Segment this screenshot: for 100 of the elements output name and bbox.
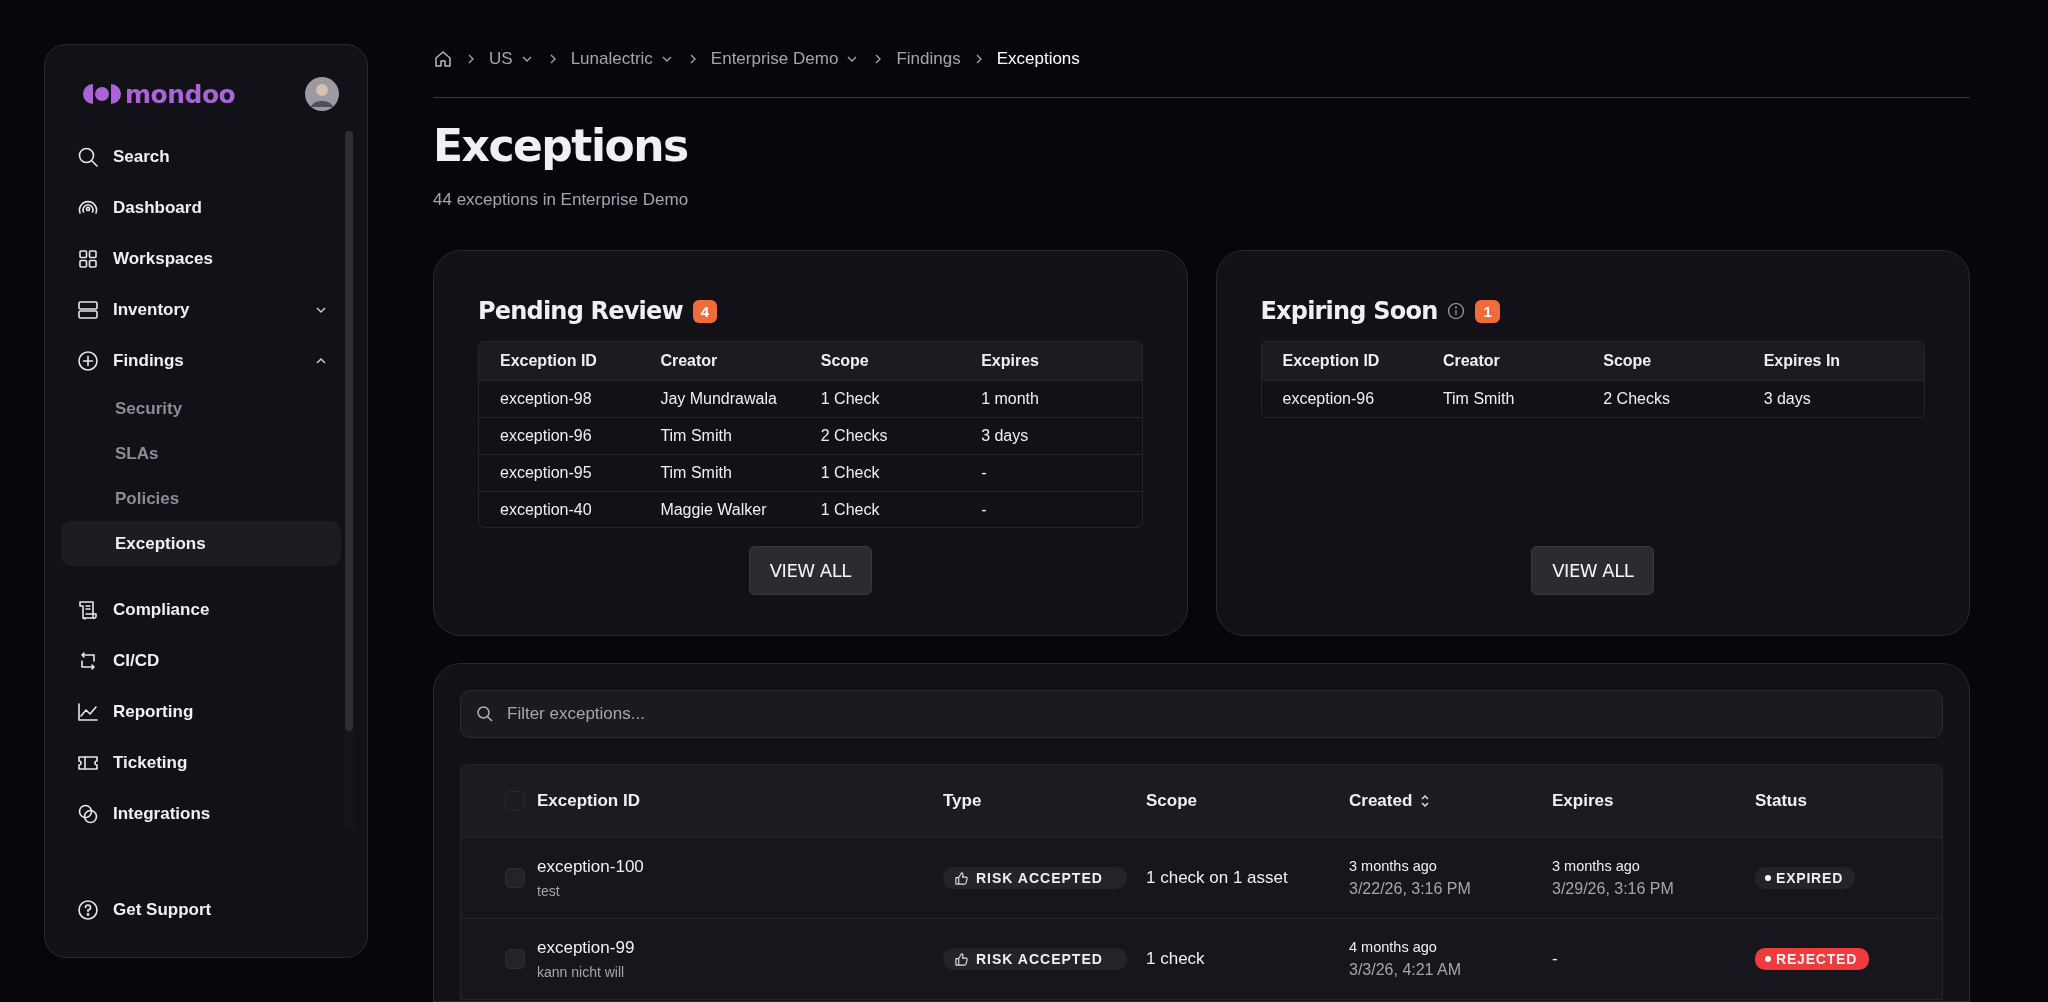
breadcrumb-link[interactable]: Enterprise Demo (710, 49, 839, 69)
column-header: Expires (981, 352, 1040, 371)
dot-icon (1765, 875, 1771, 882)
breadcrumb-link[interactable]: Findings (896, 49, 961, 69)
column-header: Expires In (1763, 352, 1842, 371)
chart-icon (77, 700, 99, 723)
table-cell-text: exception-95 (500, 464, 593, 483)
relative-date: 3 months ago (1552, 858, 1641, 875)
table-cell-text: Tim Smith (660, 464, 733, 483)
nav-item[interactable]: Reporting (61, 686, 341, 737)
table-cell-text: - (981, 501, 988, 520)
filter-field[interactable]: Filter exceptions... (460, 690, 1943, 739)
nav-item[interactable]: Inventory (61, 284, 341, 335)
info-icon[interactable] (1447, 302, 1466, 321)
chevron-down-icon[interactable] (520, 55, 533, 63)
scroll-icon (77, 598, 99, 621)
breadcrumb-link[interactable]: US (489, 49, 513, 69)
chevron-down-icon[interactable] (660, 55, 673, 63)
logo-text[interactable]: mondoo (125, 79, 236, 109)
column-header[interactable]: Scope (1146, 791, 1198, 812)
plus-icon (77, 349, 99, 372)
chevron-right-icon (688, 53, 697, 65)
table-cell-text: 2 Checks (1603, 390, 1671, 409)
column-header: Creator (1442, 352, 1501, 371)
table-cell-text: exception-98 (500, 390, 593, 409)
column-header: Scope (1603, 352, 1653, 371)
nav-item[interactable]: Compliance (61, 584, 341, 635)
chevron-right-icon (467, 53, 475, 65)
home-icon[interactable] (433, 49, 453, 69)
grid-icon (77, 247, 99, 270)
table-cell-text: 1 month (981, 390, 1040, 409)
nav-item[interactable]: Workspaces (61, 233, 341, 284)
card-title: Pending Review (478, 297, 683, 326)
date-text: 3/22/26, 3:16 PM (1349, 880, 1472, 899)
relative-date: - (1552, 949, 1559, 970)
breadcrumb-link[interactable]: Lunalectric (570, 49, 653, 69)
scrollbar-thumb[interactable] (345, 131, 353, 731)
column-header: Exception ID (1282, 352, 1381, 371)
column-header: Exception ID (500, 352, 598, 371)
nav-subitem[interactable]: Exceptions (61, 521, 341, 566)
page-subtitle: 44 exceptions in Enterprise Demo (433, 190, 690, 211)
nav-subitem[interactable]: Security (61, 386, 341, 431)
help-icon (77, 898, 99, 921)
date-text: 3/29/26, 3:16 PM (1552, 880, 1675, 899)
row-checkbox[interactable] (505, 868, 525, 889)
table-cell-text: exception-40 (500, 501, 593, 520)
nav-item[interactable]: Search (61, 131, 341, 182)
page-title: Exceptions (433, 122, 689, 171)
type-tag: RISK ACCEPTED (943, 948, 1127, 971)
exception-id[interactable]: exception-100 (537, 857, 943, 878)
logo-icon[interactable] (83, 83, 121, 105)
table-cell: 1 check (1146, 949, 1205, 969)
nav-item[interactable]: Ticketing (61, 737, 341, 788)
table-cell-text: 3 days (981, 427, 1030, 446)
chevron-right-icon (548, 53, 557, 65)
table-cell-text: Jay Mundrawala (660, 390, 778, 409)
table-cell-text: exception-96 (500, 427, 593, 446)
breadcrumb-link[interactable]: Exceptions (996, 49, 1080, 69)
sort-icon[interactable] (1420, 794, 1431, 809)
table-cell-text: 2 Checks (820, 427, 889, 446)
status-badge: EXPIRED (1755, 867, 1856, 890)
exception-note: test (537, 883, 561, 900)
nav-item[interactable]: Get Support (61, 884, 353, 935)
nav-subitem[interactable]: Policies (61, 476, 341, 521)
view-all-button[interactable]: VIEW ALL (1531, 546, 1655, 596)
date-text: 3/3/26, 4:21 AM (1349, 961, 1463, 980)
column-header: Creator (660, 352, 719, 371)
table-cell-text: 1 Check (820, 501, 881, 520)
exception-note: kann nicht will (537, 964, 626, 981)
column-header[interactable]: Status (1755, 791, 1807, 812)
count-badge: 1 (1475, 299, 1500, 323)
relative-date: 3 months ago (1349, 858, 1438, 875)
table-cell-text: Maggie Walker (660, 501, 768, 520)
column-header[interactable]: Type (943, 791, 982, 812)
card-title: Expiring Soon (1260, 297, 1438, 326)
nav-item[interactable]: Dashboard (61, 182, 341, 233)
chevron-down-icon[interactable] (846, 55, 859, 63)
avatar-icon[interactable] (305, 77, 339, 111)
column-header[interactable]: Expires (1552, 791, 1614, 812)
table-cell-text: Tim Smith (660, 427, 733, 446)
relative-date: 4 months ago (1349, 939, 1438, 956)
table-cell: 1 check on 1 asset (1146, 868, 1288, 888)
table-cell-text: Tim Smith (1442, 390, 1516, 409)
server-icon (77, 298, 99, 321)
view-all-button[interactable]: VIEW ALL (748, 546, 872, 596)
column-header[interactable]: Exception ID (537, 791, 640, 812)
thumbs-up-icon (955, 952, 968, 966)
column-header[interactable]: Created (1349, 791, 1413, 812)
thumbs-up-icon (955, 871, 968, 885)
table-cell-text: exception-96 (1282, 390, 1376, 409)
row-checkbox[interactable] (505, 949, 525, 970)
nav-subitem[interactable]: SLAs (61, 431, 341, 476)
nav-item[interactable]: CI/CD (61, 635, 341, 686)
exception-id[interactable]: exception-99 (537, 938, 943, 959)
table-cell-text: - (981, 464, 988, 483)
table-cell-text: 1 Check (820, 464, 881, 483)
table-cell-text: 3 days (1763, 390, 1812, 409)
nav-item[interactable]: Findings (61, 335, 341, 386)
count-badge: 4 (692, 299, 718, 323)
nav-item[interactable]: Integrations (61, 788, 341, 839)
